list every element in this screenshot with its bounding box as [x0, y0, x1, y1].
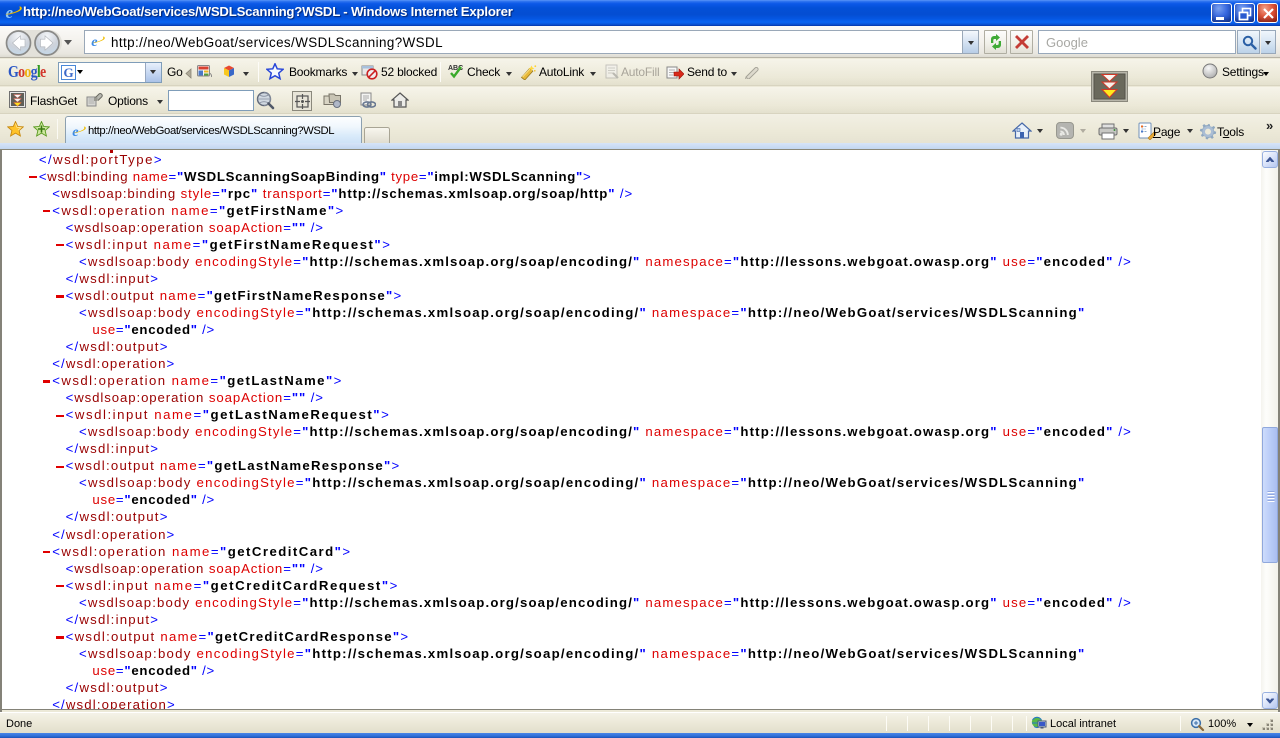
svg-text:e: e — [6, 4, 14, 21]
svg-text:G: G — [64, 65, 74, 80]
svg-text:e: e — [91, 34, 97, 49]
svg-text:e: e — [72, 124, 78, 139]
